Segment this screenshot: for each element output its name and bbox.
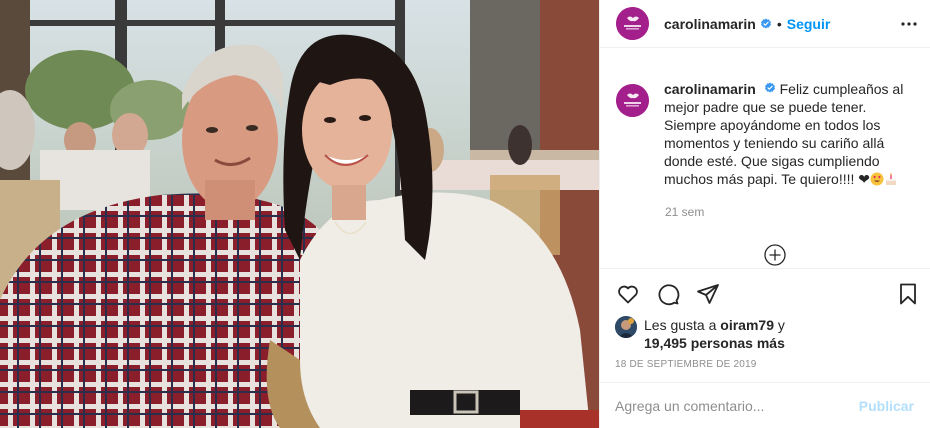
post-caption: carolinamarin Feliz cumpleaños al mejor … bbox=[616, 80, 921, 188]
verified-badge-icon bbox=[764, 82, 776, 94]
load-more-comments-icon[interactable] bbox=[764, 244, 786, 266]
post-time-ago[interactable]: 21 sem bbox=[665, 205, 704, 219]
caption-body: carolinamarin Feliz cumpleaños al mejor … bbox=[664, 80, 921, 188]
avatar-logo-icon bbox=[616, 7, 649, 40]
heart-eyes-emoji-icon bbox=[870, 172, 884, 186]
post-sidebar: carolinamarin • Seguir carolinamarin Fel… bbox=[599, 0, 930, 428]
header-username[interactable]: carolinamarin bbox=[664, 16, 756, 32]
caption-username[interactable]: carolinamarin bbox=[664, 81, 756, 97]
more-options-icon[interactable] bbox=[899, 14, 919, 34]
birthday-cake-emoji-icon bbox=[884, 172, 898, 186]
publish-button[interactable]: Publicar bbox=[859, 398, 914, 414]
caption-avatar[interactable] bbox=[616, 84, 649, 117]
avatar-logo-icon bbox=[616, 84, 649, 117]
photo-illustration bbox=[0, 0, 599, 428]
post-photo[interactable] bbox=[0, 0, 599, 428]
follow-button[interactable]: Seguir bbox=[787, 16, 831, 32]
header-separator: • bbox=[776, 15, 782, 32]
profile-avatar[interactable] bbox=[616, 7, 649, 40]
verified-badge-icon bbox=[760, 18, 772, 30]
comment-bar: Publicar bbox=[599, 382, 930, 428]
post-header: carolinamarin • Seguir bbox=[600, 0, 930, 48]
comment-input[interactable] bbox=[615, 397, 859, 414]
